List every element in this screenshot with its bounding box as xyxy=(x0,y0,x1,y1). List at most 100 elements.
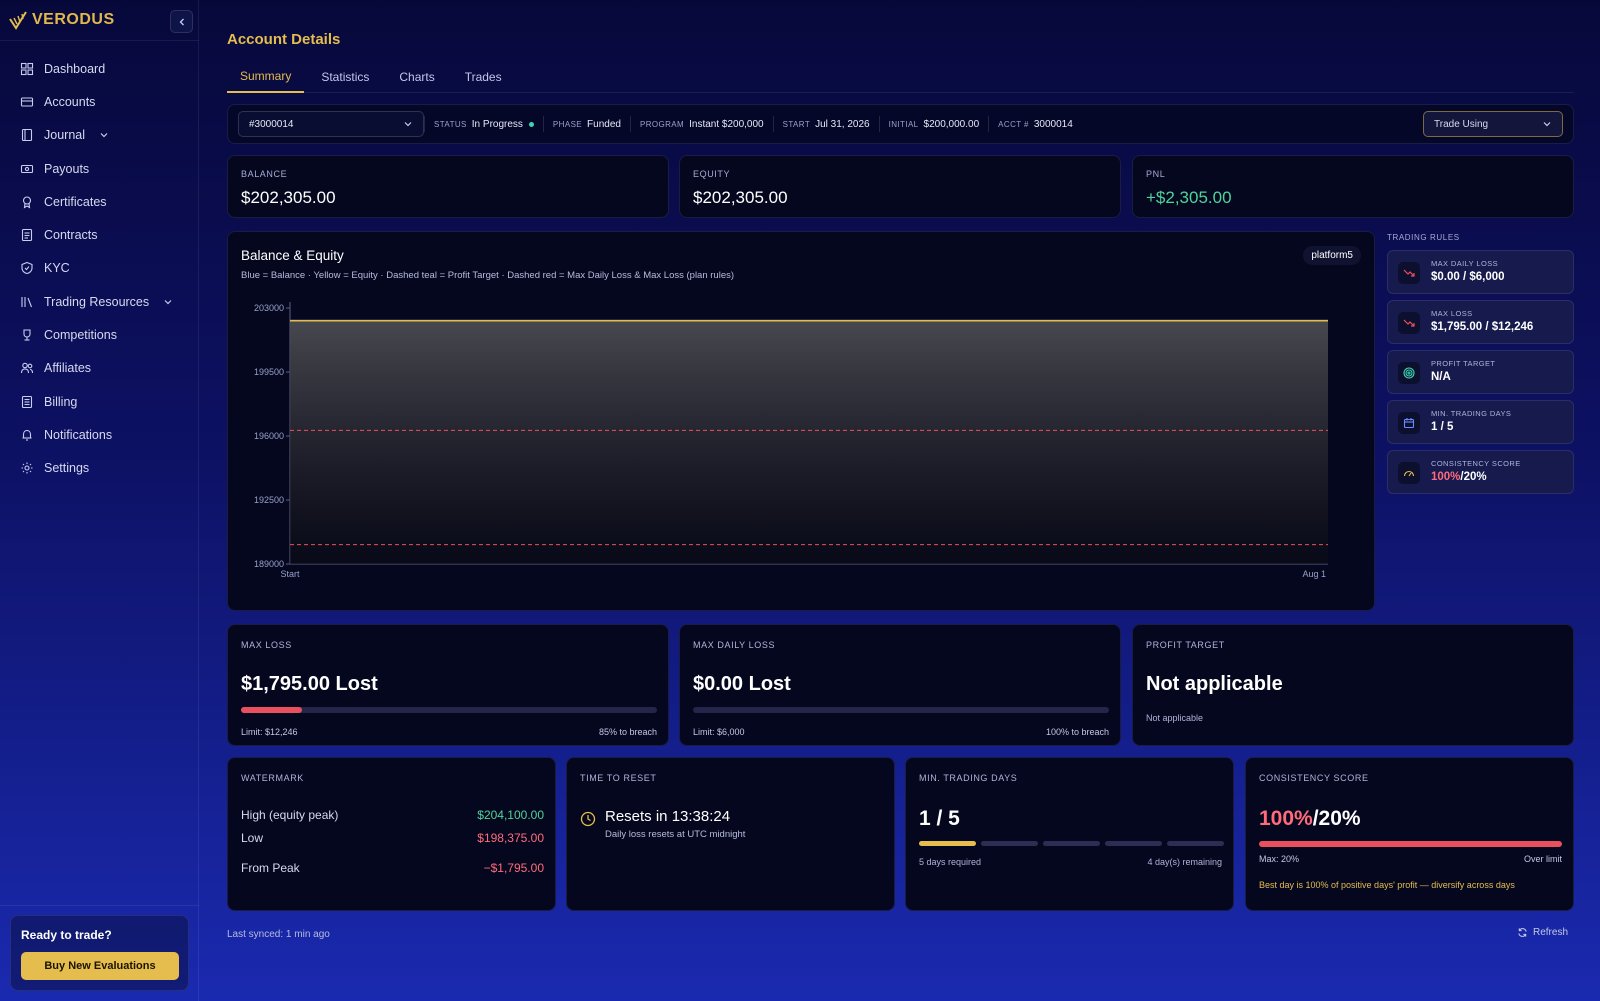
refresh-button[interactable]: Refresh xyxy=(1517,927,1568,938)
award-icon xyxy=(22,196,32,209)
rule-value-limit: /20% xyxy=(1460,471,1487,483)
consistency-max: Max: 20% xyxy=(1259,854,1300,864)
sidebar-nav: Dashboard Accounts Journal Payouts Certi… xyxy=(10,52,190,485)
rule-value-over: 100% xyxy=(1431,471,1461,483)
phase-value: Funded xyxy=(587,118,621,130)
phase-label: PHASE xyxy=(552,119,583,129)
tab-trades[interactable]: Trades xyxy=(452,61,515,93)
balance-area xyxy=(290,320,1328,564)
sidebar-item-accounts[interactable]: Accounts xyxy=(10,85,190,118)
gauge-icon xyxy=(1398,462,1420,484)
sidebar-item-journal[interactable]: Journal xyxy=(10,119,190,152)
max-daily-loss-limit: Limit: $6,000 xyxy=(693,727,745,737)
cta-title: Ready to trade? xyxy=(21,928,112,942)
trading-day-segment xyxy=(1043,841,1100,846)
sidebar-item-dashboard[interactable]: Dashboard xyxy=(10,52,190,85)
sidebar-item-label: Dashboard xyxy=(44,61,106,76)
sidebar-item-affiliates[interactable]: Affiliates xyxy=(10,352,190,385)
sidebar-item-label: Trading Resources xyxy=(44,294,150,309)
max-loss-progress xyxy=(241,707,657,713)
max-loss-label: MAX LOSS xyxy=(241,640,292,650)
sidebar-item-competitions[interactable]: Competitions xyxy=(10,318,190,351)
tab-statistics[interactable]: Statistics xyxy=(308,61,382,93)
program-value: Instant $200,000 xyxy=(689,118,764,130)
watermark-high-row: High (equity peak) $204,100.00 xyxy=(241,808,544,822)
brand-name: VERODUS xyxy=(32,11,115,28)
min-trading-days-card: MIN. TRADING DAYS 1 / 5 5 days required … xyxy=(905,757,1234,911)
sidebar-item-settings[interactable]: Settings xyxy=(10,452,190,485)
acct-meta: ACCT # 3000014 xyxy=(988,116,1082,132)
rule-value: $1,795.00 / $12,246 xyxy=(1431,321,1534,333)
sidebar-item-contracts[interactable]: Contracts xyxy=(10,218,190,251)
rule-label: PROFIT TARGET xyxy=(1431,359,1496,368)
sidebar-item-billing[interactable]: Billing xyxy=(10,385,190,418)
library-icon xyxy=(21,296,33,307)
tab-bar: Summary Statistics Charts Trades xyxy=(227,61,1574,93)
trade-using-label: Trade Using xyxy=(1434,118,1489,130)
y-tick-label: 199500 xyxy=(254,367,284,377)
account-info-bar: #3000014 STATUS In Progress PHASE Funded… xyxy=(227,104,1574,144)
sidebar-item-label: KYC xyxy=(44,261,70,276)
tab-summary[interactable]: Summary xyxy=(227,61,305,93)
profit-target-card: PROFIT TARGET Not applicable Not applica… xyxy=(1132,624,1574,746)
cta-card: Ready to trade? Buy New Evaluations xyxy=(10,915,189,991)
grid-icon xyxy=(20,62,34,75)
equity-card: EQUITY $202,305.00 xyxy=(679,155,1121,218)
sidebar-item-label: Competitions xyxy=(44,328,117,343)
sidebar-item-label: Journal xyxy=(44,128,85,143)
sidebar-item-trading-resources[interactable]: Trading Resources xyxy=(10,285,190,318)
sidebar-item-label: Settings xyxy=(44,461,90,476)
rule-value: 1 / 5 xyxy=(1431,421,1454,433)
start-label: START xyxy=(782,119,811,129)
trading-day-segment xyxy=(919,841,976,846)
trend-down-icon xyxy=(1398,312,1420,334)
y-tick-label: 203000 xyxy=(254,303,284,313)
chevron-down-icon xyxy=(404,122,412,127)
max-daily-loss-card: MAX DAILY LOSS $0.00 Lost Limit: $6,000 … xyxy=(679,624,1121,746)
sidebar-item-kyc[interactable]: KYC xyxy=(10,252,190,285)
page-title: Account Details xyxy=(227,31,341,48)
calendar-icon xyxy=(1398,412,1420,434)
acct-label: ACCT # xyxy=(998,119,1029,129)
initial-label: INITIAL xyxy=(888,119,919,129)
trade-using-select[interactable]: Trade Using xyxy=(1423,111,1563,137)
sidebar-item-label: Accounts xyxy=(44,94,96,109)
watermark-from-peak-row: From Peak −$1,795.00 xyxy=(241,861,544,875)
watermark-from-peak-value: −$1,795.00 xyxy=(483,861,544,875)
gear-icon xyxy=(21,462,33,474)
trading-day-segment xyxy=(1105,841,1162,846)
divider xyxy=(0,905,199,906)
chevron-down-icon xyxy=(100,133,108,138)
brand-logo[interactable]: VERODUS xyxy=(8,10,115,30)
tab-charts[interactable]: Charts xyxy=(386,61,447,93)
trading-days-progress xyxy=(919,841,1224,846)
rule-profit-target: PROFIT TARGET N/A xyxy=(1387,350,1574,394)
sidebar-item-payouts[interactable]: Payouts xyxy=(10,152,190,185)
rule-max-daily-loss: MAX DAILY LOSS $0.00 / $6,000 xyxy=(1387,250,1574,294)
profit-target-label: PROFIT TARGET xyxy=(1146,640,1225,650)
collapse-sidebar-button[interactable] xyxy=(170,10,193,33)
last-synced-text: Last synced: 1 min ago xyxy=(227,929,330,940)
clock-icon xyxy=(580,811,596,827)
buy-evaluations-button[interactable]: Buy New Evaluations xyxy=(21,952,179,980)
sidebar-item-certificates[interactable]: Certificates xyxy=(10,185,190,218)
x-tick-label: Aug 1 xyxy=(1302,569,1326,579)
consistency-score-limit: /20% xyxy=(1312,807,1361,830)
status-dot-icon xyxy=(528,121,534,127)
max-loss-to-breach: 85% to breach xyxy=(598,727,657,737)
sidebar-item-notifications[interactable]: Notifications xyxy=(10,418,190,451)
balance-equity-chart[interactable]: 203000 199500 196000 192500 189000Start Aug 1 xyxy=(228,292,1376,602)
initial-value: $200,000.00 xyxy=(923,118,980,130)
days-remaining: 4 day(s) remaining xyxy=(1147,857,1222,867)
rule-label: MAX DAILY LOSS xyxy=(1431,259,1499,268)
max-loss-card: MAX LOSS $1,795.00 Lost Limit: $12,246 8… xyxy=(227,624,669,746)
consistency-score-card: CONSISTENCY SCORE 100%/20% Max: 20% Over… xyxy=(1245,757,1574,911)
sidebar-item-label: Affiliates xyxy=(44,361,92,376)
bell-icon xyxy=(22,429,32,441)
account-select[interactable]: #3000014 xyxy=(238,111,424,137)
max-loss-footer: Limit: $12,246 85% to breach xyxy=(241,727,657,737)
watermark-label: WATERMARK xyxy=(241,773,304,783)
y-tick-label: 196000 xyxy=(254,431,284,441)
chart-title: Balance & Equity xyxy=(241,248,344,263)
trend-down-icon xyxy=(1398,262,1420,284)
